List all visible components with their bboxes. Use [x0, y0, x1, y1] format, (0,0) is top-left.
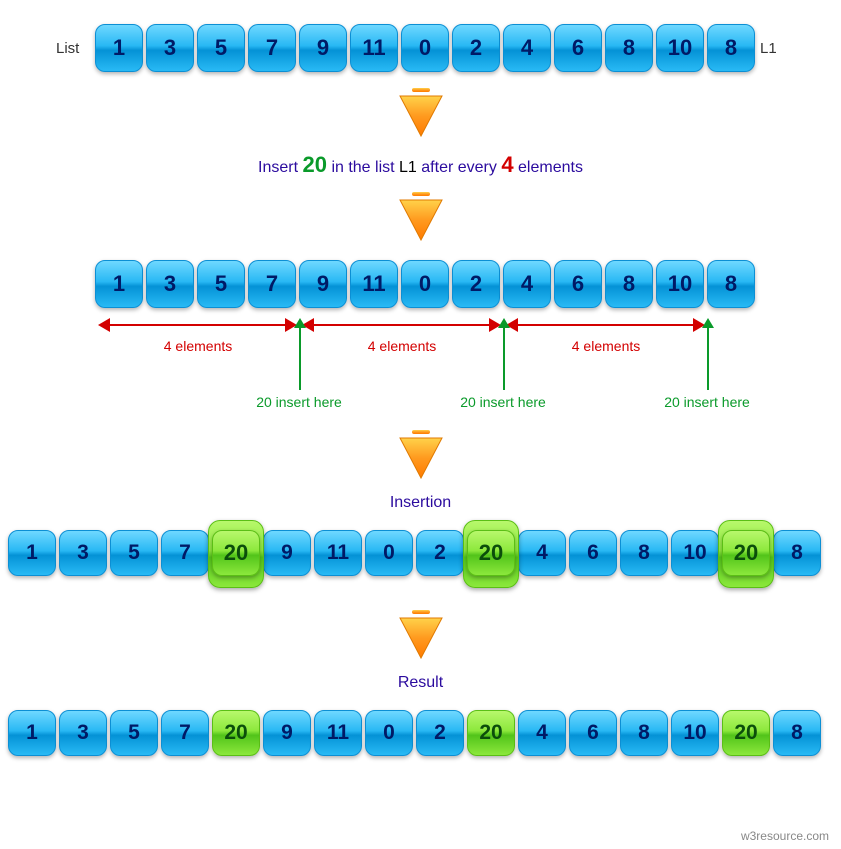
list-cell: 3	[146, 260, 194, 308]
list-cell: 1	[95, 24, 143, 72]
insert-label-3: 20 insert here	[664, 394, 750, 410]
span-1-label: 4 elements	[164, 338, 232, 354]
insert-arrow-2	[503, 320, 505, 390]
list-cell: 8	[707, 260, 755, 308]
list-cell: 0	[365, 710, 413, 756]
list-cell: 3	[59, 710, 107, 756]
arrow-down-icon	[394, 86, 448, 138]
list-cell: 0	[401, 260, 449, 308]
arrow-down-icon	[394, 190, 448, 242]
caption-p3: after every	[421, 159, 497, 176]
span-3-label: 4 elements	[572, 338, 640, 354]
insertion-label: Insertion	[390, 494, 451, 512]
insert-arrow-3	[707, 320, 709, 390]
list-cell: 5	[110, 710, 158, 756]
list-cell: 4	[503, 24, 551, 72]
list-cell: 0	[401, 24, 449, 72]
list-cell: 6	[554, 260, 602, 308]
inserted-cell: 20	[467, 530, 515, 576]
span-2-label: 4 elements	[368, 338, 436, 354]
span-3	[508, 316, 703, 340]
list-cell: 5	[197, 260, 245, 308]
insert-label-2: 20 insert here	[460, 394, 546, 410]
list-cell: 6	[569, 710, 617, 756]
list-cell: 11	[350, 24, 398, 72]
insert-arrow-1	[299, 320, 301, 390]
list-cell: 3	[146, 24, 194, 72]
list-cell: 20	[722, 530, 770, 576]
list-cell: 7	[248, 24, 296, 72]
list-cell: 8	[707, 24, 755, 72]
list-cell: 7	[248, 260, 296, 308]
list-cell: 11	[314, 710, 362, 756]
list-cell: 10	[671, 530, 719, 576]
list-cell: 5	[197, 24, 245, 72]
list-cell: 9	[263, 710, 311, 756]
caption-p4: elements	[518, 159, 583, 176]
list-cell: 8	[620, 710, 668, 756]
list-cell: 2	[416, 710, 464, 756]
list-cell: 2	[416, 530, 464, 576]
list-cell: 6	[569, 530, 617, 576]
inserted-cell: 20	[212, 530, 260, 576]
list-cell: 0	[365, 530, 413, 576]
result-label: Result	[398, 674, 443, 692]
list-cell: 2	[452, 260, 500, 308]
list-cell: 8	[605, 24, 653, 72]
list-cell: 4	[503, 260, 551, 308]
list-cell: 8	[773, 710, 821, 756]
list-cell: 9	[299, 260, 347, 308]
list-cell: 6	[554, 24, 602, 72]
result-row: 135720911022046810208	[8, 710, 821, 756]
watermark-text: w3resource.com	[741, 829, 829, 843]
list-cell: 5	[110, 530, 158, 576]
list-cell: 20	[212, 710, 260, 756]
list-cell: 11	[314, 530, 362, 576]
list-cell: 7	[161, 710, 209, 756]
list-cell: 1	[8, 710, 56, 756]
list-cell: 7	[161, 530, 209, 576]
list-cell: 1	[8, 530, 56, 576]
list-cell: 20	[467, 710, 515, 756]
caption-text: Insert 20 in the list L1 after every 4 e…	[0, 152, 841, 178]
caption-name: L1	[399, 159, 417, 176]
arrow-down-icon	[394, 428, 448, 480]
span-1	[100, 316, 295, 340]
list-row-2: 135791102468108	[95, 260, 755, 308]
list-cell: 8	[605, 260, 653, 308]
list-label: List	[56, 40, 79, 57]
list-cell: 2	[452, 24, 500, 72]
list-cell: 10	[656, 260, 704, 308]
inserted-cell: 20	[722, 530, 770, 576]
list-cell: 20	[722, 710, 770, 756]
span-2	[304, 316, 499, 340]
list-cell: 20	[212, 530, 260, 576]
arrow-down-icon	[394, 608, 448, 660]
list-cell: 11	[350, 260, 398, 308]
list-row-1: 135791102468108	[95, 24, 755, 72]
list-cell: 9	[299, 24, 347, 72]
list-cell: 20	[467, 530, 515, 576]
list-cell: 3	[59, 530, 107, 576]
list-cell: 10	[656, 24, 704, 72]
insert-label-1: 20 insert here	[256, 394, 342, 410]
l1-label: L1	[760, 40, 777, 57]
caption-count: 4	[501, 152, 513, 177]
caption-p2: in the list	[331, 159, 394, 176]
list-cell: 9	[263, 530, 311, 576]
list-cell: 8	[620, 530, 668, 576]
list-cell: 1	[95, 260, 143, 308]
insertion-row: 135720911022046810208	[8, 530, 821, 576]
list-cell: 8	[773, 530, 821, 576]
list-cell: 4	[518, 530, 566, 576]
list-cell: 10	[671, 710, 719, 756]
list-cell: 4	[518, 710, 566, 756]
caption-p1: Insert	[258, 159, 298, 176]
caption-value: 20	[303, 152, 327, 177]
